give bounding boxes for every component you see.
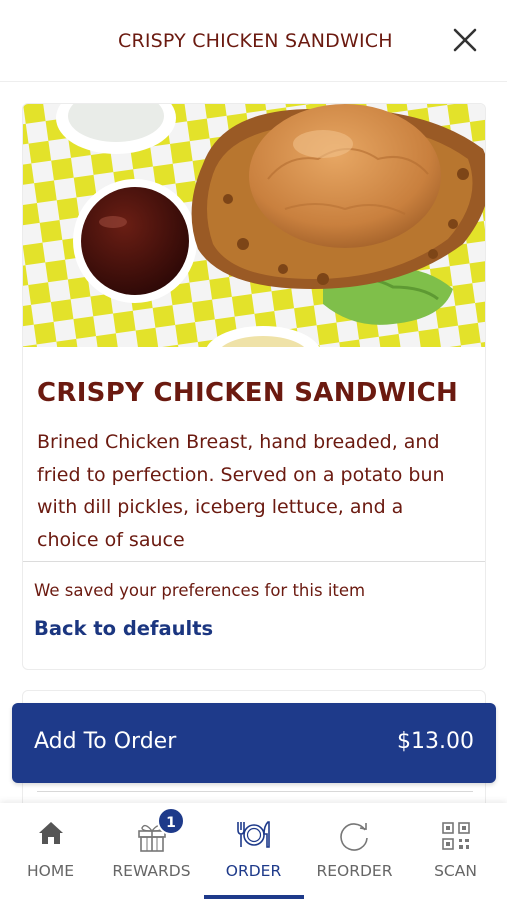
card-divider bbox=[23, 561, 485, 562]
bottom-nav: HOME REWARDS ORDER REORDER SCAN bbox=[0, 803, 507, 900]
nav-label-reorder: REORDER bbox=[316, 862, 393, 880]
nav-item-rewards[interactable]: REWARDS bbox=[101, 803, 202, 900]
nav-item-reorder[interactable]: REORDER bbox=[304, 803, 405, 900]
close-icon[interactable] bbox=[449, 24, 481, 56]
nav-label-scan: SCAN bbox=[434, 862, 477, 880]
close-button[interactable] bbox=[449, 24, 481, 56]
item-card: CRISPY CHICKEN SANDWICH Brined Chicken B… bbox=[22, 103, 486, 670]
reorder-icon bbox=[339, 823, 368, 851]
item-photo bbox=[23, 104, 485, 347]
nav-item-scan[interactable]: SCAN bbox=[405, 803, 506, 900]
qr-code-icon bbox=[441, 822, 470, 850]
utensils-icon bbox=[236, 821, 270, 848]
nav-label-rewards: REWARDS bbox=[112, 862, 191, 880]
options-divider bbox=[37, 791, 473, 792]
page-title: CRISPY CHICKEN SANDWICH bbox=[118, 30, 393, 52]
add-to-order-label: Add To Order bbox=[34, 729, 177, 754]
item-title: CRISPY CHICKEN SANDWICH bbox=[37, 378, 459, 408]
saved-preferences-text: We saved your preferences for this item bbox=[34, 581, 366, 600]
nav-item-order[interactable]: ORDER bbox=[203, 803, 304, 900]
active-tab-indicator bbox=[204, 895, 304, 899]
nav-label-order: ORDER bbox=[225, 862, 282, 880]
header-bar: CRISPY CHICKEN SANDWICH bbox=[0, 0, 507, 82]
nav-item-home[interactable]: HOME bbox=[0, 803, 101, 900]
nav-label-home: HOME bbox=[26, 862, 75, 880]
rewards-badge: 1 bbox=[157, 807, 185, 835]
add-to-order-button[interactable]: Add To Order $13.00 bbox=[12, 703, 496, 783]
item-description: Brined Chicken Breast, hand breaded, and… bbox=[37, 431, 445, 551]
order-price: $13.00 bbox=[397, 729, 474, 754]
home-icon bbox=[38, 822, 63, 844]
back-to-defaults-link[interactable]: Back to defaults bbox=[34, 617, 213, 640]
